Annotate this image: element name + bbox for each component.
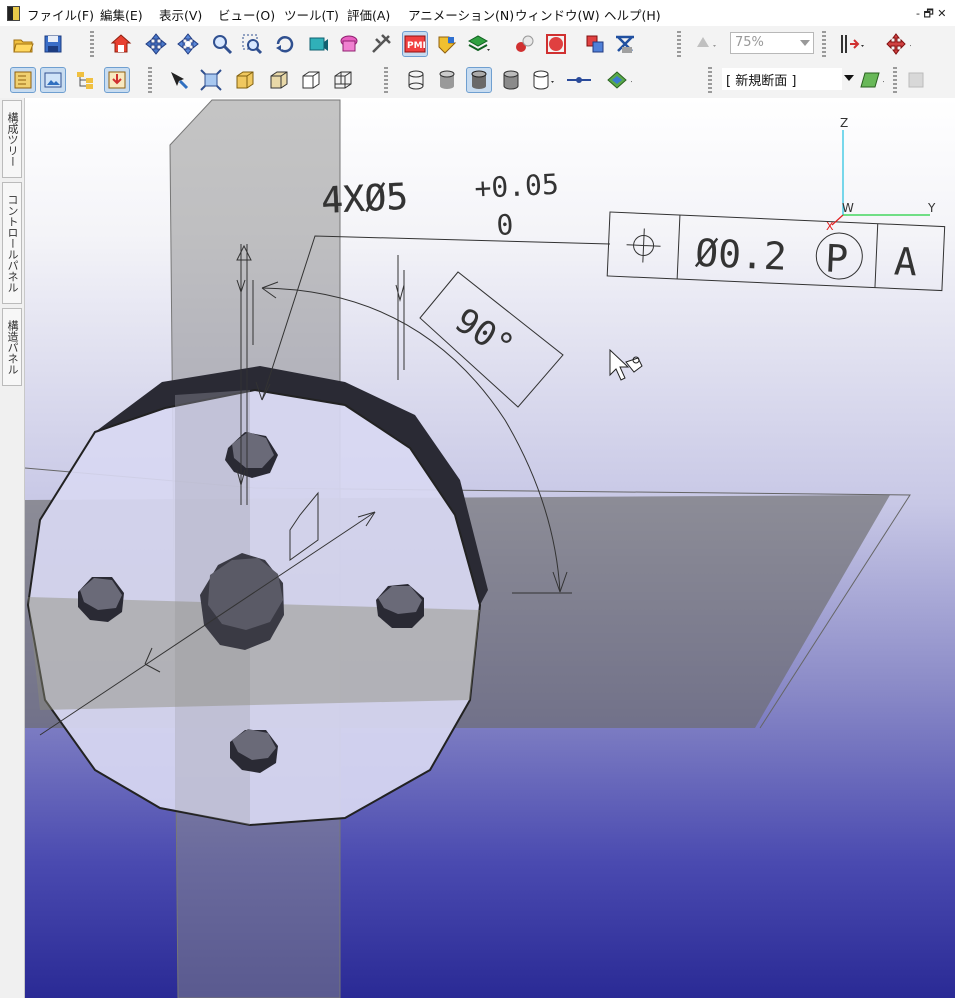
triad-x-label: X — [826, 220, 834, 233]
triad-z-label: Z — [840, 116, 848, 130]
tolerance-lower: 0 — [496, 208, 515, 242]
toolbar-grip[interactable] — [893, 67, 897, 93]
menu-display[interactable]: 表示(V) — [159, 5, 202, 24]
mouse-cursor-icon — [609, 348, 643, 381]
cylinder-shaded-icon[interactable] — [434, 67, 460, 93]
section-cap-icon[interactable] — [904, 67, 930, 93]
menu-tools[interactable]: ツール(T) — [284, 5, 339, 24]
layer-filter-icon[interactable] — [606, 67, 632, 93]
tolerance-upper: +0.05 — [474, 168, 560, 205]
fcf-datum: A — [893, 239, 918, 284]
pan-icon[interactable] — [143, 31, 169, 57]
chevron-down-icon — [844, 75, 854, 81]
render-sphere-icon[interactable] — [543, 31, 569, 57]
hole-dimension: 4XØ5 — [320, 177, 409, 222]
coordinate-triad: Z Y W X — [826, 116, 936, 233]
wireframe-box-icon[interactable] — [330, 67, 356, 93]
transparency-icon[interactable] — [693, 31, 719, 57]
move-axes-icon[interactable] — [885, 31, 911, 57]
fcf-modifier: P — [824, 236, 849, 281]
tab-control-panel[interactable]: コントロールパネル — [2, 182, 22, 304]
menu-view[interactable]: ビュー(O) — [218, 5, 275, 24]
import-panel-icon[interactable] — [104, 67, 130, 93]
toolbar-secondary: [ 新規断面 ] — [0, 62, 955, 99]
tab-structure-panel[interactable]: 構造パネル — [2, 308, 22, 386]
toolbar-grip[interactable] — [708, 67, 712, 93]
hidden-line-box-icon[interactable] — [298, 67, 324, 93]
layer-icon[interactable] — [466, 31, 492, 57]
zoom-percent-combo[interactable]: 75% — [730, 32, 814, 54]
shaded-box-icon[interactable] — [232, 67, 258, 93]
toolbar-grip[interactable] — [148, 67, 152, 93]
section-plane-icon[interactable] — [858, 67, 884, 93]
toolbar-grip[interactable] — [384, 67, 388, 93]
viewport-canvas: 90° 4XØ5 +0.05 0 Ø0.2 P A Z Y W X — [25, 99, 946, 998]
tab-structure-tree[interactable]: 構成ツリー — [2, 100, 22, 178]
fcf-tolerance: Ø0.2 — [694, 231, 787, 279]
menu-help[interactable]: ヘルプ(H) — [604, 5, 661, 24]
svg-text:PMI: PMI — [407, 41, 426, 51]
toolbar-grip[interactable] — [90, 31, 94, 57]
menu-window[interactable]: ウィンドウ(W) — [515, 5, 600, 24]
window-controls[interactable]: - 🗗 ✕ — [916, 5, 947, 24]
menu-animation[interactable]: アニメーション(N) — [408, 5, 514, 24]
zoom-icon[interactable] — [209, 31, 235, 57]
cylinder-white-icon[interactable] — [530, 67, 556, 93]
menu-file[interactable]: ファイル(F) — [27, 5, 94, 24]
chevron-down-icon — [800, 40, 810, 46]
camera-front-icon[interactable] — [305, 31, 331, 57]
section-cut-icon[interactable] — [612, 31, 638, 57]
menu-edit[interactable]: 編集(E) — [100, 5, 143, 24]
shaded-edge-box-icon[interactable] — [266, 67, 292, 93]
rotate-icon[interactable] — [272, 31, 298, 57]
image-panel-icon[interactable] — [40, 67, 66, 93]
explode-view-icon[interactable] — [582, 31, 608, 57]
cylinder-gray-icon[interactable] — [498, 67, 524, 93]
toolbar-grip[interactable] — [677, 31, 681, 57]
markup-icon[interactable] — [434, 31, 460, 57]
select-tool-icon[interactable] — [166, 67, 192, 93]
tree-panel-icon[interactable] — [10, 67, 36, 93]
side-tab-strip: 構成ツリー コントロールパネル 構造パネル — [0, 98, 25, 998]
align-icon[interactable] — [838, 31, 864, 57]
zoom-percent-value: 75% — [735, 35, 764, 50]
cylinder-dark-icon[interactable] — [466, 67, 492, 93]
3d-viewport[interactable]: 90° 4XØ5 +0.05 0 Ø0.2 P A Z Y W X — [25, 98, 955, 998]
triad-y-label: Y — [927, 201, 936, 215]
triad-w-label: W — [842, 201, 854, 215]
menu-bar: ファイル(F) 編集(E) 表示(V) ビュー(O) ツール(T) 評価(A) … — [0, 0, 955, 27]
rotate-center-icon[interactable] — [175, 31, 201, 57]
app-icon[interactable] — [7, 6, 20, 21]
measure-tool-icon[interactable] — [368, 31, 394, 57]
section-select-value: [ 新規断面 ] — [726, 74, 797, 89]
toolbar-grip[interactable] — [822, 31, 826, 57]
zoom-box-icon[interactable] — [239, 31, 265, 57]
home-view-icon[interactable] — [108, 31, 134, 57]
camera-pink-icon[interactable] — [336, 31, 362, 57]
edge-line-icon[interactable] — [566, 67, 592, 93]
hierarchy-icon[interactable] — [72, 67, 98, 93]
section-select[interactable]: [ 新規断面 ] — [722, 68, 854, 90]
material-sphere-icon[interactable] — [511, 31, 537, 57]
angle-label: 90° — [448, 300, 521, 367]
save-icon[interactable] — [40, 31, 66, 57]
pmi-display-icon[interactable]: PMI — [402, 31, 428, 57]
fit-all-icon[interactable] — [198, 67, 224, 93]
open-file-icon[interactable] — [10, 31, 36, 57]
cylinder-wire-icon[interactable] — [403, 67, 429, 93]
feature-control-frame: Ø0.2 P A — [606, 211, 946, 292]
toolbar-main: PMI 75% — [0, 26, 955, 62]
menu-evaluate[interactable]: 評価(A) — [347, 5, 390, 24]
